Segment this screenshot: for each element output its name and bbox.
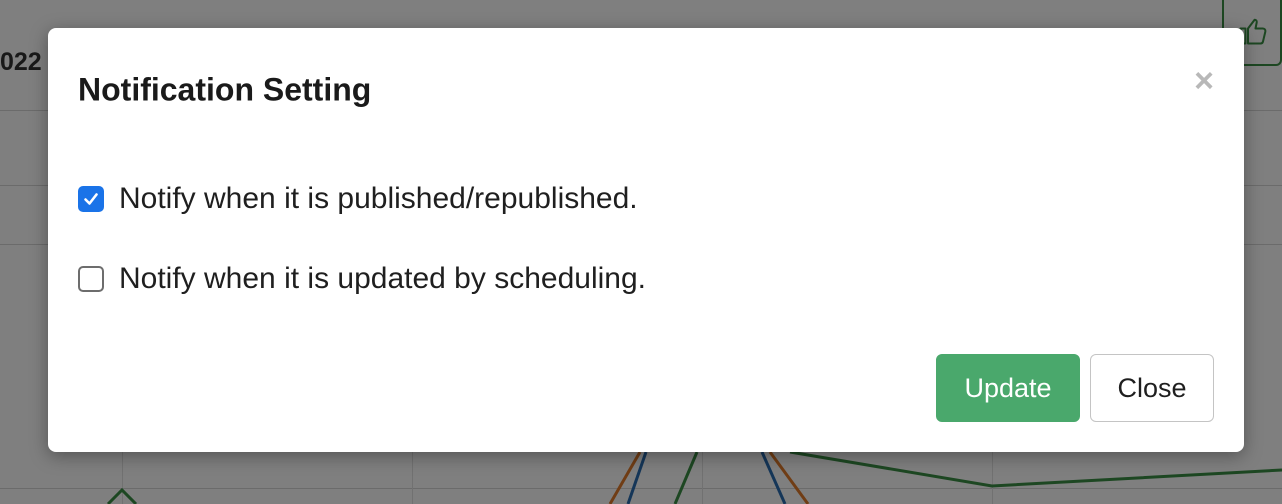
close-icon[interactable]: × xyxy=(1194,64,1214,98)
published-checkbox[interactable] xyxy=(78,186,104,212)
update-button[interactable]: Update xyxy=(936,354,1080,422)
scheduling-checkbox[interactable] xyxy=(78,266,104,292)
checkmark-icon xyxy=(84,193,98,205)
notification-setting-modal: Notification Setting × Notify when it is… xyxy=(48,28,1244,452)
close-button[interactable]: Close xyxy=(1090,354,1214,422)
scheduling-checkbox-label[interactable]: Notify when it is updated by scheduling. xyxy=(119,262,646,296)
option-scheduling-row[interactable]: Notify when it is updated by scheduling. xyxy=(78,262,646,296)
published-checkbox-label[interactable]: Notify when it is published/republished. xyxy=(119,182,638,216)
option-published-row[interactable]: Notify when it is published/republished. xyxy=(78,182,638,216)
modal-title: Notification Setting xyxy=(78,71,372,108)
